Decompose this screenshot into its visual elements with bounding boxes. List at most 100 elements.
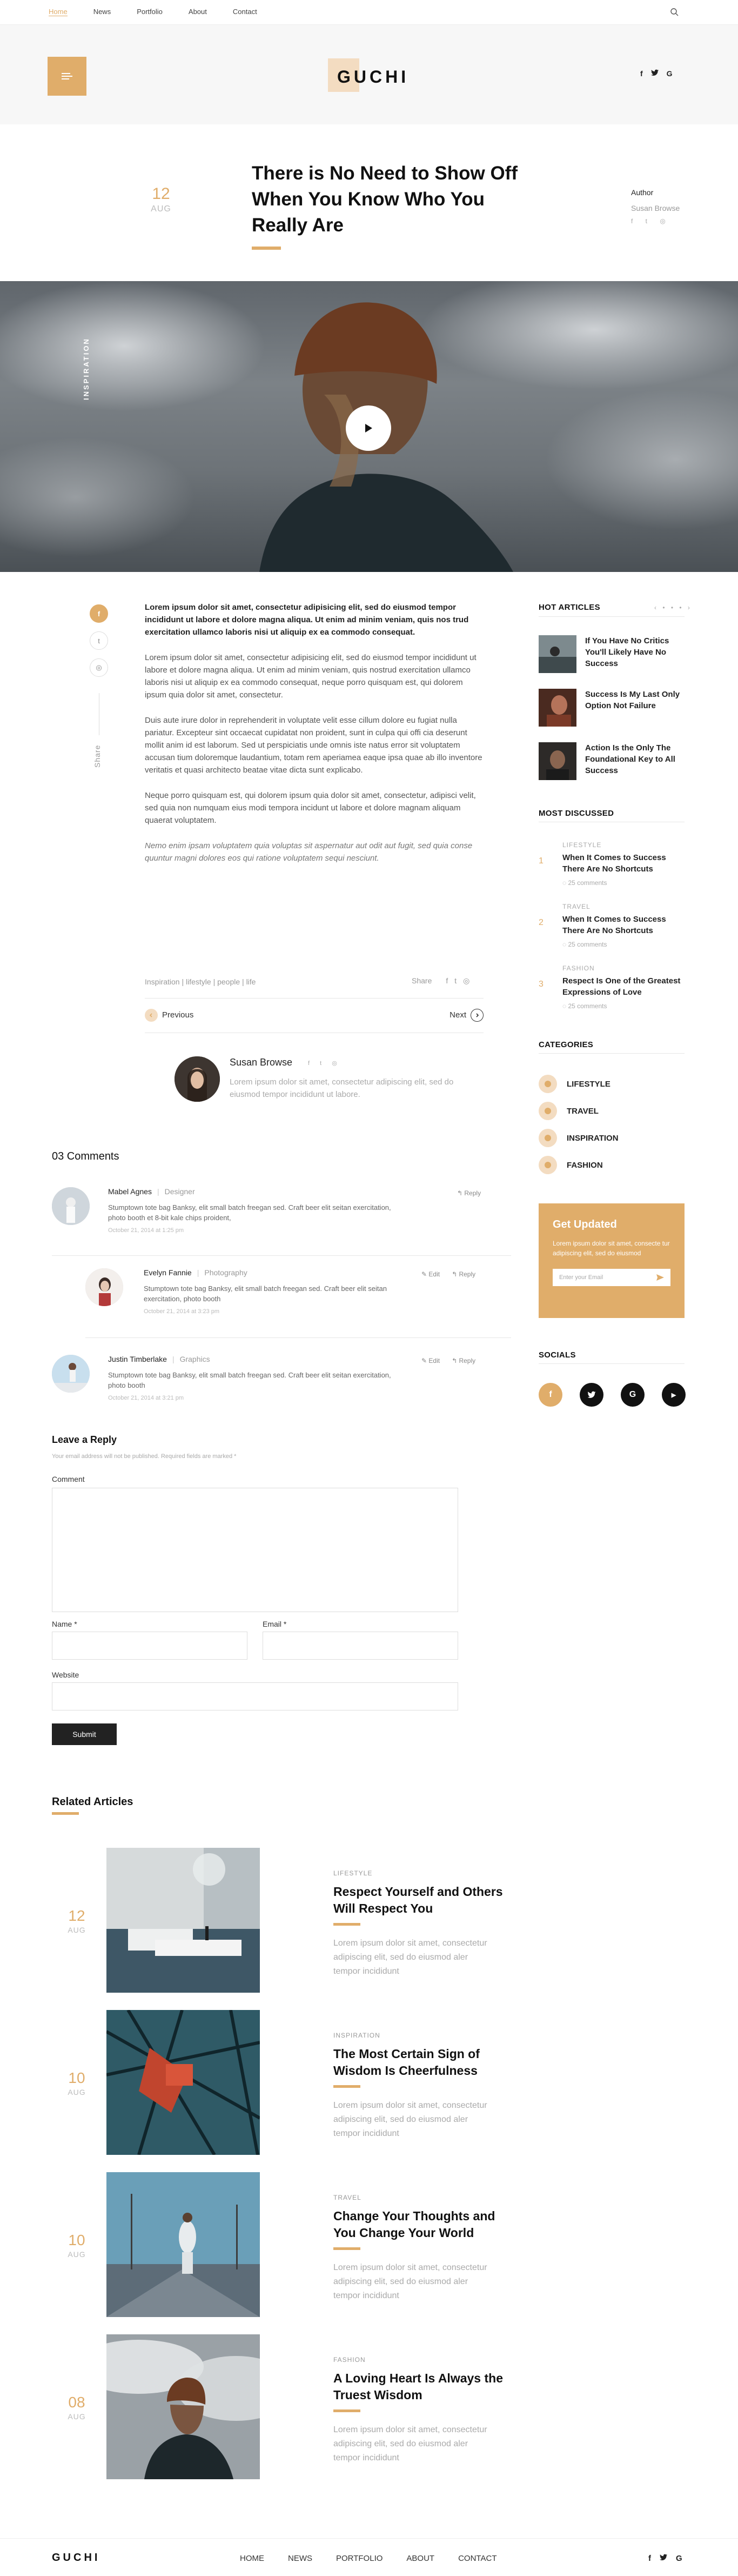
- category-dot-icon: [539, 1156, 557, 1174]
- nav-news[interactable]: News: [93, 8, 111, 16]
- submit-button[interactable]: Submit: [52, 1723, 117, 1745]
- hot-article-title: If You Have No Critics You'll Likely Hav…: [585, 636, 669, 668]
- article-body: Lorem ipsum dolor sit amet, consectetur …: [145, 601, 484, 877]
- rank-number: 2: [539, 918, 544, 927]
- hot-article-item[interactable]: Action Is the Only The Foundational Key …: [539, 742, 685, 780]
- reply-button[interactable]: ↰ Reply: [452, 1357, 475, 1364]
- footer-nav-home[interactable]: HOME: [240, 2554, 264, 2563]
- author-social-icons[interactable]: f t ◎: [631, 217, 671, 225]
- article-paragraph: Duis aute irure dolor in reprehenderit i…: [145, 716, 482, 775]
- footer-nav-portfolio[interactable]: PORTFOLIO: [336, 2554, 383, 2563]
- comment-date: October 21, 2014 at 3:21 pm: [108, 1395, 184, 1401]
- name-field[interactable]: [52, 1632, 247, 1660]
- most-discussed-item[interactable]: 2 TRAVEL When It Comes to Success There …: [539, 903, 685, 948]
- author-box-social[interactable]: f t ◎: [308, 1060, 341, 1067]
- item-title: When It Comes to Success There Are No Sh…: [562, 853, 666, 874]
- footer-nav-news[interactable]: NEWS: [288, 2554, 312, 2563]
- related-category: LIFESTYLE: [333, 1869, 373, 1877]
- related-underline: [333, 2247, 360, 2250]
- footer-logo[interactable]: GUCHI: [52, 2552, 100, 2564]
- item-comment-count: ◌ 25 comments: [562, 941, 607, 948]
- facebook-icon[interactable]: f: [539, 1383, 562, 1407]
- footer-nav-contact[interactable]: CONTACT: [458, 2554, 497, 2563]
- youtube-icon[interactable]: ▶: [662, 1383, 686, 1407]
- twitter-icon[interactable]: [650, 69, 659, 78]
- hot-article-item[interactable]: Success Is My Last Only Option Not Failu…: [539, 689, 685, 727]
- related-title[interactable]: Change Your Thoughts and You Change Your…: [333, 2208, 506, 2241]
- twitter-icon[interactable]: [660, 2554, 667, 2563]
- reply-button[interactable]: ↰ Reply: [452, 1270, 475, 1278]
- arrow-left-icon: [145, 1009, 158, 1022]
- share-instagram-icon[interactable]: ◎: [90, 658, 108, 677]
- google-icon[interactable]: G: [621, 1383, 645, 1407]
- email-field[interactable]: [263, 1632, 458, 1660]
- comment-textarea[interactable]: [52, 1488, 458, 1612]
- commenter-name[interactable]: Evelyn Fannie: [144, 1268, 192, 1277]
- article-tags[interactable]: Inspiration | lifestyle | people | life: [145, 977, 256, 986]
- hot-articles-pager[interactable]: ‹ • • • ›: [654, 604, 692, 611]
- related-image[interactable]: [106, 2334, 260, 2479]
- footer-nav-about[interactable]: ABOUT: [406, 2554, 434, 2563]
- comment-avatar[interactable]: [52, 1187, 90, 1225]
- google-icon[interactable]: G: [676, 2554, 682, 2563]
- play-button[interactable]: [346, 405, 391, 451]
- commenter-name[interactable]: Justin Timberlake: [108, 1355, 167, 1363]
- related-title[interactable]: The Most Certain Sign of Wisdom Is Cheer…: [333, 2046, 506, 2079]
- author-avatar[interactable]: [175, 1056, 220, 1102]
- title-underline: [252, 247, 281, 250]
- newsletter-email-input[interactable]: Enter your Email: [553, 1269, 670, 1286]
- search-icon[interactable]: [670, 8, 679, 16]
- nav-about[interactable]: About: [189, 8, 207, 16]
- nav-contact[interactable]: Contact: [233, 8, 257, 16]
- share-facebook-icon[interactable]: f: [90, 604, 108, 623]
- commenter-name[interactable]: Mabel Agnes: [108, 1187, 152, 1196]
- reply-button[interactable]: ↰ Reply: [457, 1189, 481, 1197]
- instagram-icon[interactable]: ◎: [463, 976, 469, 986]
- site-logo[interactable]: GUCHI: [337, 67, 409, 87]
- twitter-icon[interactable]: t: [454, 976, 457, 986]
- website-field[interactable]: [52, 1682, 458, 1710]
- comment-avatar[interactable]: [85, 1268, 123, 1306]
- item-title: When It Comes to Success There Are No Sh…: [562, 915, 666, 935]
- hot-article-item[interactable]: If You Have No Critics You'll Likely Hav…: [539, 635, 685, 673]
- comment-text: Stumptown tote bag Banksy, elit small ba…: [144, 1284, 387, 1303]
- nav-home[interactable]: Home: [49, 8, 68, 16]
- facebook-icon[interactable]: f: [648, 2554, 651, 2563]
- category-inspiration[interactable]: INSPIRATION: [539, 1129, 619, 1147]
- author-box-name[interactable]: Susan Browse: [230, 1057, 292, 1068]
- related-title[interactable]: Respect Yourself and Others Will Respect…: [333, 1883, 506, 1917]
- related-day: 12: [68, 1907, 85, 1924]
- next-link[interactable]: Next: [449, 1009, 484, 1022]
- related-image[interactable]: [106, 2010, 260, 2155]
- most-discussed-item[interactable]: 1 LIFESTYLE When It Comes to Success The…: [539, 841, 685, 887]
- category-travel[interactable]: TRAVEL: [539, 1102, 599, 1120]
- related-image[interactable]: [106, 1848, 260, 1993]
- share-twitter-icon[interactable]: t: [90, 631, 108, 650]
- google-icon[interactable]: G: [667, 69, 673, 78]
- newsletter-title: Get Updated: [553, 1219, 617, 1230]
- post-navigation: Previous Next: [145, 1009, 484, 1022]
- author-name[interactable]: Susan Browse: [631, 204, 680, 212]
- comment-avatar[interactable]: [52, 1355, 90, 1393]
- related-excerpt: Lorem ipsum dolor sit amet, consectetur …: [333, 1939, 487, 1976]
- article-quote: Nemo enim ipsam voluptatem quia voluptas…: [145, 841, 473, 863]
- menu-button[interactable]: [48, 57, 86, 96]
- previous-link[interactable]: Previous: [145, 1009, 193, 1022]
- category-fashion[interactable]: FASHION: [539, 1156, 603, 1174]
- comments-title: 03 Comments: [52, 1150, 119, 1162]
- nav-portfolio[interactable]: Portfolio: [137, 8, 163, 16]
- related-image[interactable]: [106, 2172, 260, 2317]
- category-lifestyle[interactable]: LIFESTYLE: [539, 1075, 610, 1093]
- facebook-icon[interactable]: f: [640, 69, 643, 78]
- facebook-icon[interactable]: f: [446, 976, 448, 986]
- most-discussed-item[interactable]: 3 FASHION Respect Is One of the Greatest…: [539, 964, 685, 1010]
- article-lead: Lorem ipsum dolor sit amet, consectetur …: [145, 603, 469, 637]
- send-icon[interactable]: [656, 1274, 664, 1281]
- edit-button[interactable]: ✎ Edit: [421, 1270, 440, 1278]
- related-title[interactable]: A Loving Heart Is Always the Truest Wisd…: [333, 2370, 506, 2404]
- commenter-role: Designer: [164, 1187, 195, 1196]
- related-underline: [333, 2409, 360, 2412]
- twitter-icon[interactable]: [580, 1383, 603, 1407]
- article-paragraph: Neque porro quisquam est, qui dolorem ip…: [145, 791, 476, 825]
- edit-button[interactable]: ✎ Edit: [421, 1357, 440, 1364]
